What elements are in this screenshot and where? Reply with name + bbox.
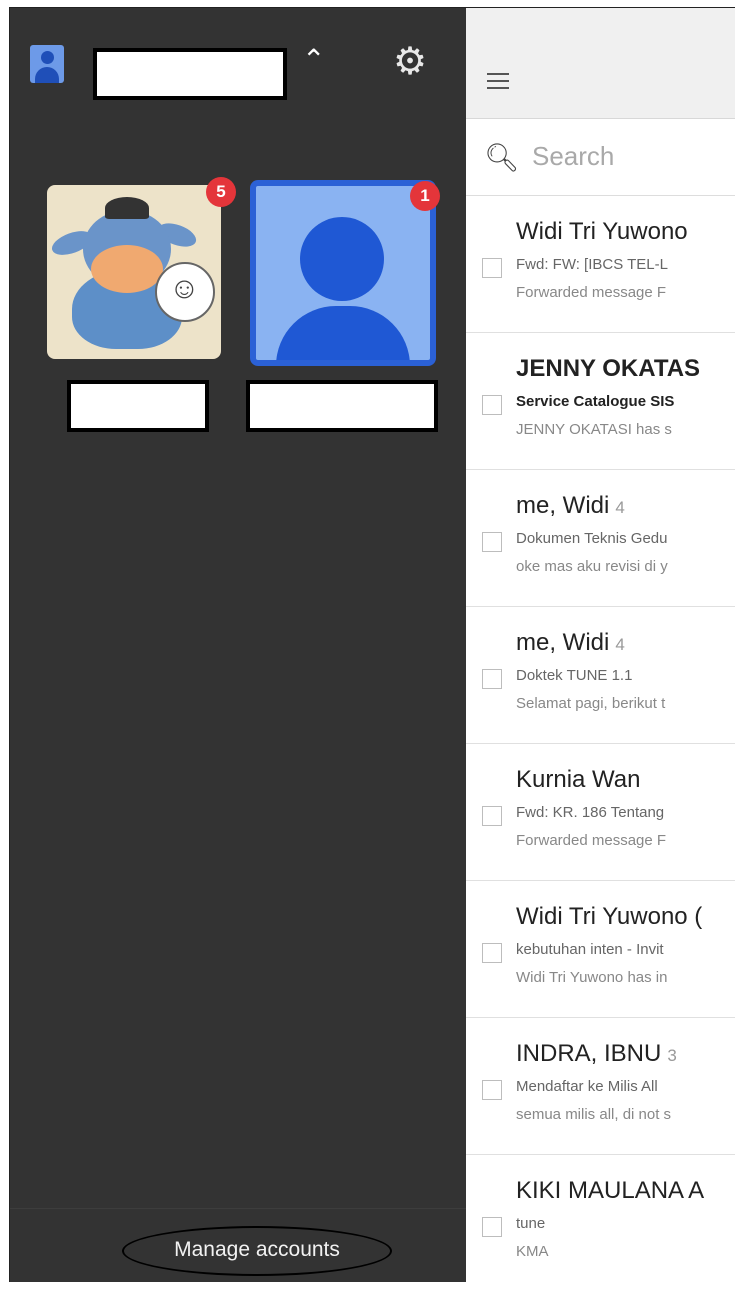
message-row[interactable]: Widi Tri Yuwono Fwd: FW: [IBCS TEL-L Forwa… <box>466 196 735 333</box>
account-name-1[interactable] <box>67 380 209 432</box>
message-checkbox[interactable] <box>482 1080 502 1100</box>
message-row[interactable]: me, Widi 4 Dokumen Teknis Gedu oke mas aku … <box>466 470 735 607</box>
message-row[interactable]: JENNY OKATAS Service Catalogue SIS JENNY O… <box>466 333 735 470</box>
message-sender: Kurnia Wan <box>516 766 647 794</box>
message-snippet: Widi Tri Yuwono has in <box>516 969 668 986</box>
message-snippet: KMA <box>516 1243 549 1260</box>
message-sender: me, Widi 4 <box>516 492 625 520</box>
chevron-up-icon[interactable]: ⌃ <box>302 46 325 74</box>
message-list: Widi Tri Yuwono Fwd: FW: [IBCS TEL-L Forwa… <box>466 196 735 1282</box>
message-checkbox[interactable] <box>482 258 502 278</box>
message-sender: INDRA, IBNU 3 <box>516 1040 677 1068</box>
message-checkbox[interactable] <box>482 532 502 552</box>
message-snippet: semua milis all, di not s <box>516 1106 672 1123</box>
message-row[interactable]: Widi Tri Yuwono ( kebutuhan inten - Invit… <box>466 881 735 1018</box>
sender-name: JENNY OKATAS <box>516 355 701 382</box>
thread-count: 4 <box>615 635 625 654</box>
search-bar: 🔍︎ <box>466 119 735 196</box>
message-row[interactable]: me, Widi 4 Doktek TUNE 1.1 Selamat pagi, be… <box>466 607 735 744</box>
message-subject: Fwd: FW: [IBCS TEL-L <box>516 256 668 273</box>
message-sender: Widi Tri Yuwono ( <box>516 903 708 931</box>
gear-icon[interactable]: ⚙ <box>392 43 428 81</box>
message-checkbox[interactable] <box>482 806 502 826</box>
message-subject: tune <box>516 1215 546 1232</box>
message-subject: Service Catalogue SIS <box>516 393 675 410</box>
inbox-header <box>466 8 735 119</box>
person-icon <box>300 217 384 301</box>
account-name-2[interactable] <box>246 380 438 432</box>
sender-name: Widi Tri Yuwono <box>516 218 688 245</box>
sender-name: me, Widi <box>516 629 610 656</box>
manage-accounts-button[interactable]: Manage accounts <box>122 1226 392 1276</box>
message-checkbox[interactable] <box>482 943 502 963</box>
message-checkbox[interactable] <box>482 1217 502 1237</box>
message-snippet: JENNY OKATASI has s <box>516 421 672 438</box>
sender-name: Kurnia Wan <box>516 766 641 793</box>
current-account-name[interactable] <box>93 48 287 100</box>
message-sender: Widi Tri Yuwono <box>516 218 694 246</box>
account-drawer: ⌃ ⚙ ☺ 5 1 Manage accounts <box>10 8 466 1282</box>
app-frame: ⌃ ⚙ ☺ 5 1 Manage accounts 🔍︎ Search Widi… <box>9 7 735 1282</box>
unread-badge: 1 <box>410 181 440 211</box>
message-checkbox[interactable] <box>482 669 502 689</box>
search-input[interactable] <box>532 141 732 171</box>
account-avatar-1[interactable]: ☺ <box>47 185 221 359</box>
message-row[interactable]: Kurnia Wan Fwd: KR. 186 Tentang Forwarded … <box>466 744 735 881</box>
sender-name: Widi Tri Yuwono ( <box>516 903 703 930</box>
message-snippet: oke mas aku revisi di y <box>516 558 668 575</box>
message-subject: Dokumen Teknis Gedu <box>516 530 668 547</box>
message-sender: KIKI MAULANA A <box>516 1177 710 1205</box>
sender-name: KIKI MAULANA A <box>516 1177 705 1204</box>
message-sender: me, Widi 4 <box>516 629 625 657</box>
current-account-avatar[interactable] <box>30 45 64 83</box>
message-subject: Fwd: KR. 186 Tentang <box>516 804 665 821</box>
message-snippet: Forwarded message F <box>516 832 667 849</box>
thread-count: 3 <box>667 1046 677 1065</box>
message-row[interactable]: KIKI MAULANA A tune KMA <box>466 1155 735 1282</box>
unread-badge: 5 <box>206 177 236 207</box>
message-subject: Mendaftar ke Milis All <box>516 1078 658 1095</box>
search-icon[interactable]: 🔍︎ <box>484 141 520 174</box>
message-subject: Doktek TUNE 1.1 <box>516 667 633 684</box>
message-subject: kebutuhan inten - Invit <box>516 941 664 958</box>
message-sender: JENNY OKATAS <box>516 355 706 383</box>
message-row[interactable]: INDRA, IBNU 3 Mendaftar ke Milis All semua … <box>466 1018 735 1155</box>
hamburger-menu-icon[interactable] <box>487 73 509 89</box>
thread-count: 4 <box>615 498 625 517</box>
inbox-panel: 🔍︎ Widi Tri Yuwono Fwd: FW: [IBCS TEL-L Fo… <box>466 8 735 1282</box>
person-icon <box>41 51 54 64</box>
account-avatar-2[interactable] <box>250 180 436 366</box>
sender-name: INDRA, IBNU <box>516 1040 662 1067</box>
message-snippet: Selamat pagi, berikut t <box>516 695 666 712</box>
smiley-icon: ☺ <box>155 262 215 322</box>
message-checkbox[interactable] <box>482 395 502 415</box>
sender-name: me, Widi <box>516 492 610 519</box>
drawer-footer: Manage accounts <box>10 1208 466 1282</box>
message-snippet: Forwarded message F <box>516 284 667 301</box>
